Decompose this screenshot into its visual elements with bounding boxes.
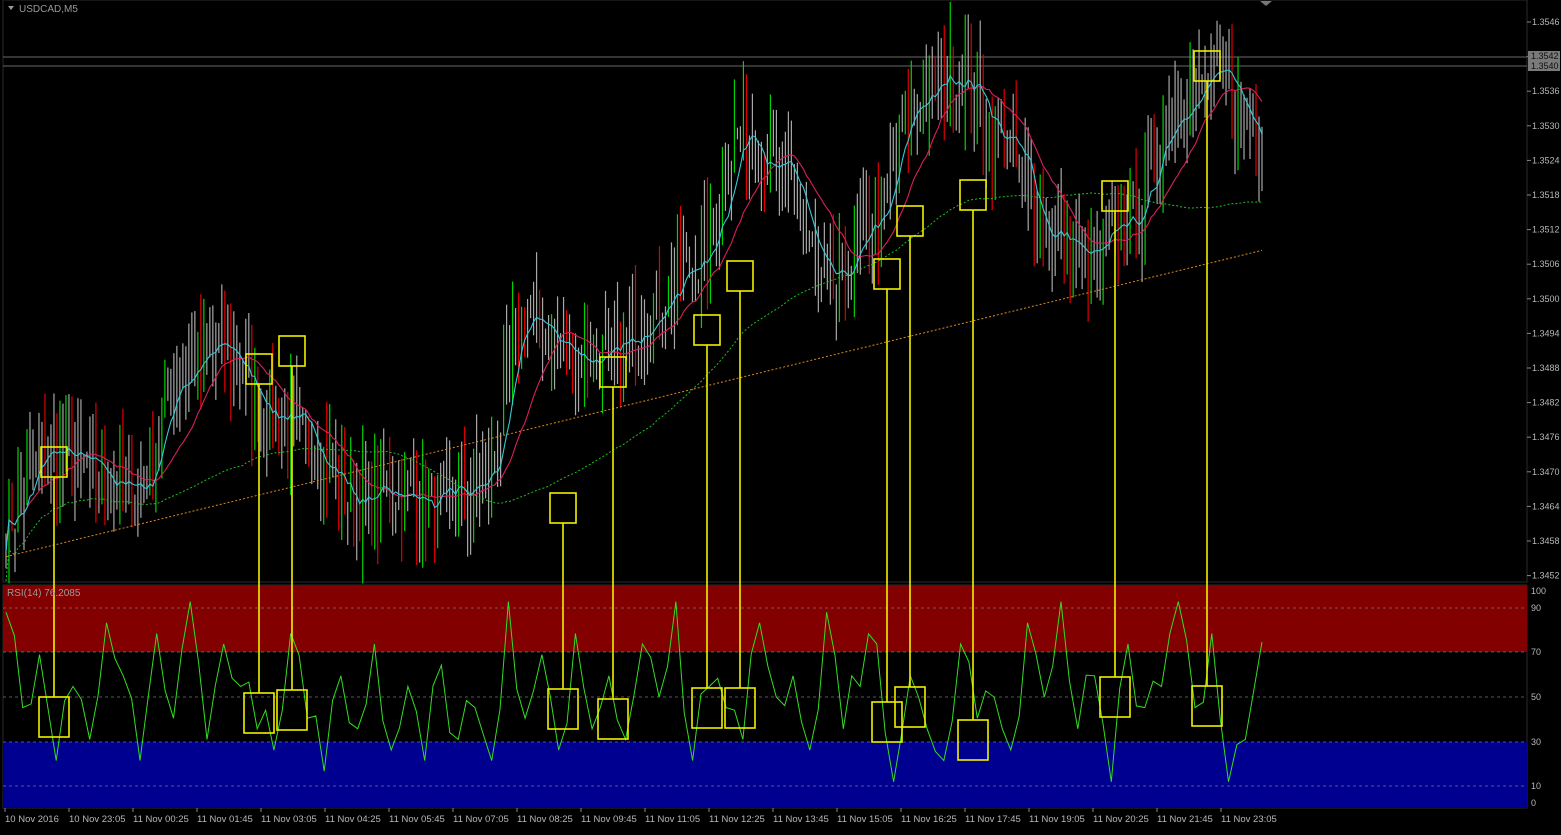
time-tick-label: 10 Nov 23:05 [69,814,126,825]
rsi-tick-label: 100 [1531,586,1546,596]
rsi-tick-label: 70 [1531,647,1541,657]
time-tick-label: 11 Nov 17:45 [965,814,1021,825]
time-tick-label: 11 Nov 04:25 [325,814,381,825]
price-tick-label: 1.3482 [1532,398,1560,408]
time-tick-label: 11 Nov 08:25 [517,814,573,825]
rsi-tick-label: 30 [1531,737,1541,747]
time-tick-label: 10 Nov 2016 [5,814,59,825]
time-tick-label: 11 Nov 20:25 [1093,814,1149,825]
price-tick-label: 1.3546 [1532,17,1560,27]
time-tick-label: 11 Nov 15:05 [837,814,893,825]
time-tick-label: 11 Nov 11:05 [645,814,700,825]
price-tick-label: 1.3458 [1532,536,1560,546]
rsi-tick-label: 10 [1531,781,1541,791]
time-tick-label: 11 Nov 05:45 [389,814,445,825]
price-tick-label: 1.3452 [1532,571,1560,581]
rsi-tick-label: 0 [1531,798,1536,808]
rsi-tick-label: 50 [1531,692,1541,702]
price-tick-label: 1.3506 [1532,259,1560,269]
current-price-label-bid: 1.3540 [1531,61,1559,71]
chart-canvas[interactable]: 1.3546 1.3540 1.3536 1.3530 1.3524 1.3518 1.35… [0,0,1561,830]
price-tick-label: 1.3464 [1532,501,1560,511]
time-tick-label: 11 Nov 09:45 [581,814,637,825]
price-tick-label: 1.3518 [1532,190,1560,200]
rsi-tick-label: 90 [1531,603,1541,613]
time-tick-label: 11 Nov 12:25 [709,814,765,825]
time-tick-label: 11 Nov 01:45 [197,814,253,825]
current-price-label-ask: 1.3542 [1531,51,1559,61]
time-tick-label: 11 Nov 21:45 [1157,814,1213,825]
oversold-zone [3,742,1527,808]
time-tick-label: 11 Nov 16:25 [901,814,957,825]
time-tick-label: 11 Nov 23:05 [1221,814,1277,825]
price-tick-label: 1.3536 [1532,86,1560,96]
time-tick-label: 11 Nov 03:05 [261,814,317,825]
symbol-label: USDCAD,M5 [19,4,78,15]
overbought-zone [3,585,1527,652]
time-tick-label: 11 Nov 00:25 [133,814,189,825]
time-tick-label: 11 Nov 07:05 [453,814,509,825]
symbol-header[interactable]: USDCAD,M5 [8,4,78,15]
price-tick-label: 1.3530 [1532,121,1560,131]
time-tick-label: 11 Nov 19:05 [1029,814,1085,825]
chart-window: 1.3546 1.3540 1.3536 1.3530 1.3524 1.3518 1.35… [0,0,1561,830]
price-tick-label: 1.3524 [1532,155,1560,165]
main-panel[interactable] [2,0,1528,583]
price-tick-label: 1.3500 [1532,294,1560,304]
price-tick-label: 1.3470 [1532,467,1560,477]
indicator-label: RSI(14) 76.2085 [7,588,81,599]
price-tick-label: 1.3488 [1532,363,1560,373]
price-tick-label: 1.3494 [1532,328,1560,338]
time-tick-label: 11 Nov 13:45 [773,814,829,825]
price-tick-label: 1.3476 [1532,432,1560,442]
price-tick-label: 1.3512 [1532,225,1560,235]
